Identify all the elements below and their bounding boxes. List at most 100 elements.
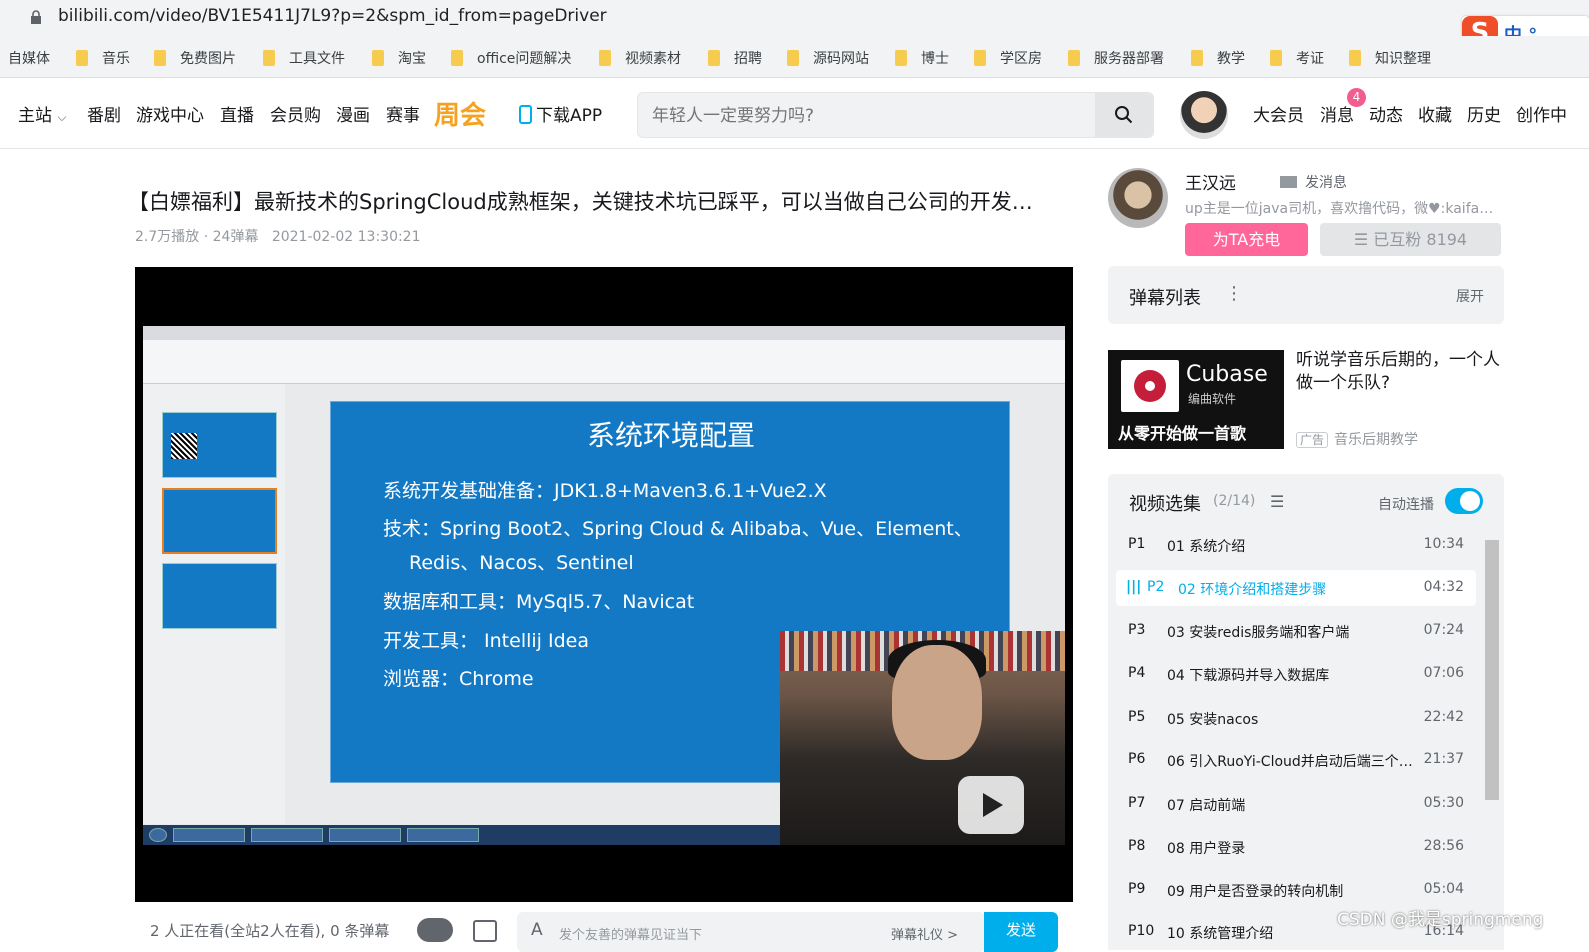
follow-button[interactable]: ☰ 已互粉 8194 [1320, 223, 1501, 256]
bookmark[interactable]: 源码网站 [787, 48, 869, 68]
episode-item-active[interactable]: ||| P2 02 环境介绍和搭建步骤 04:32 [1116, 570, 1476, 606]
bookmark[interactable]: 音乐 [76, 48, 130, 68]
user-avatar[interactable] [1180, 91, 1228, 139]
bookmark[interactable]: office问题解决 [451, 48, 571, 68]
folder-icon [599, 50, 611, 66]
folder-icon [974, 50, 986, 66]
nav-bangumi[interactable]: 番剧 [87, 101, 121, 126]
episode-item[interactable]: P6 06 引入RuoYi-Cloud并启动后端三个基… 21:37 [1116, 742, 1476, 778]
nav-creator[interactable]: 创作中 [1516, 101, 1567, 126]
site-header: 主站 ⌵ 番剧 游戏中心 直播 会员购 漫画 赛事 周会 下载APP 大会员 消… [0, 79, 1589, 149]
nav-dynamics[interactable]: 动态 [1369, 101, 1403, 126]
nav-game[interactable]: 游戏中心 [136, 101, 204, 126]
bookmark[interactable]: 服务器部署 [1068, 48, 1164, 68]
folder-icon [895, 50, 907, 66]
play-icon[interactable] [958, 776, 1024, 834]
play-count: 2.7万播放 [135, 229, 200, 245]
episode-item[interactable]: P3 03 安装redis服务端和客户端 07:24 [1116, 613, 1476, 649]
nav-manga[interactable]: 漫画 [336, 101, 370, 126]
nav-vip[interactable]: 大会员 [1253, 101, 1304, 126]
cubase-logo-icon [1121, 360, 1179, 412]
expand-link[interactable]: 展开 [1456, 286, 1484, 306]
mail-icon [1280, 176, 1297, 188]
slide-line: 开发工具： Intellij Idea [383, 630, 589, 652]
bookmark[interactable]: 免费图片 [154, 48, 236, 68]
uploader-name[interactable]: 王汉远 [1185, 169, 1236, 194]
episode-item[interactable]: P7 07 启动前端 05:30 [1116, 786, 1476, 822]
search-box [637, 92, 1154, 138]
bookmark[interactable]: 工具文件 [263, 48, 345, 68]
episode-item[interactable]: P1 01 系统介绍 10:34 [1116, 527, 1476, 563]
nav-favorites[interactable]: 收藏 [1418, 101, 1452, 126]
address-bar[interactable]: bilibili.com/video/BV1E5411J7L9?p=2&spm_… [0, 0, 1589, 36]
danmaku-settings-icon[interactable] [473, 920, 497, 942]
ppt-tabbar [143, 326, 1065, 340]
folder-icon [1068, 50, 1080, 66]
list-view-icon[interactable]: ☰ [1270, 492, 1284, 511]
nav-live[interactable]: 直播 [220, 101, 254, 126]
url-text[interactable]: bilibili.com/video/BV1E5411J7L9?p=2&spm_… [58, 6, 607, 26]
taskbar-item [329, 828, 401, 842]
danmaku-input[interactable]: A 发个友善的弹幕见证当下 弹幕礼仪 > [517, 912, 985, 952]
nav-main[interactable]: 主站 ⌵ [18, 101, 67, 126]
uploader-avatar[interactable] [1108, 168, 1168, 228]
ad-banner-text: 从零开始做一首歌 [1118, 424, 1247, 443]
search-button[interactable] [1095, 93, 1153, 137]
nav-history[interactable]: 历史 [1467, 101, 1501, 126]
slide-thumbnail [162, 563, 277, 629]
folder-icon [1191, 50, 1203, 66]
playlist-panel: 视频选集 (2/14) ☰ 自动连播 P1 01 系统介绍 10:34 ||| P2 0… [1108, 474, 1504, 950]
playlist-scrollbar[interactable] [1485, 540, 1499, 800]
ad-text[interactable]: 听说学音乐后期的，一个人做一个乐队? [1296, 349, 1506, 395]
playlist-title: 视频选集 [1129, 494, 1201, 515]
folder-icon [372, 50, 384, 66]
start-icon [149, 828, 167, 842]
episode-item[interactable]: P8 08 用户登录 28:56 [1116, 829, 1476, 865]
folder-icon [787, 50, 799, 66]
search-input[interactable] [652, 103, 1092, 129]
bookmark[interactable]: 淘宝 [372, 48, 426, 68]
ad-brand-sub: 编曲软件 [1188, 392, 1237, 406]
bookmark[interactable]: 博士 [895, 48, 949, 68]
download-app-link[interactable]: 下载APP [519, 101, 602, 126]
bookmark[interactable]: 知识整理 [1349, 48, 1431, 68]
taskbar-item [251, 828, 323, 842]
video-title: 【白嫖福利】最新技术的SpringCloud成熟框架，关键技术坑已踩平，可以当做… [128, 190, 1033, 214]
chevron-down-icon: ⌵ [57, 110, 67, 124]
ad-banner[interactable]: Cubase 编曲软件 从零开始做一首歌 [1108, 350, 1284, 449]
event-logo[interactable]: 周会 [434, 95, 486, 132]
charge-button[interactable]: 为TA充电 [1185, 223, 1308, 256]
danmaku-list-panel[interactable]: 弹幕列表 ⋮ 展开 [1108, 266, 1504, 324]
bookmark[interactable]: 学区房 [974, 48, 1042, 68]
autoplay-toggle[interactable] [1445, 488, 1483, 514]
episode-item[interactable]: P4 04 下载源码并导入数据库 07:06 [1116, 656, 1476, 692]
bookmark[interactable]: 自媒体 [8, 48, 50, 68]
folder-icon [708, 50, 720, 66]
bookmark[interactable]: 教学 [1191, 48, 1245, 68]
bookmark[interactable]: 招聘 [708, 48, 762, 68]
bookmark[interactable]: 视频素材 [599, 48, 681, 68]
episode-item[interactable]: P9 09 用户是否登录的转向机制 05:04 [1116, 872, 1476, 908]
danmaku-etiquette-link[interactable]: 弹幕礼仪 > [891, 924, 958, 943]
bookmark[interactable]: 考证 [1270, 48, 1324, 68]
send-message-link[interactable]: 发消息 [1280, 172, 1347, 192]
nav-match[interactable]: 赛事 [386, 101, 420, 126]
slide-line: 系统开发基础准备：JDK1.8+Maven3.6.1+Vue2.X [383, 480, 827, 502]
episode-item[interactable]: P5 05 安装nacos 22:42 [1116, 700, 1476, 736]
lock-icon [31, 10, 41, 24]
autoplay-label: 自动连播 [1378, 497, 1434, 513]
danmaku-toggle[interactable] [417, 918, 453, 942]
phone-icon [519, 105, 532, 124]
player-control-bar: 2 人正在看(全站2人在看), 0 条弹幕 A 发个友善的弹幕见证当下 弹幕礼仪… [135, 902, 1073, 952]
danmaku-placeholder: 发个友善的弹幕见证当下 [559, 928, 703, 943]
folder-icon [154, 50, 166, 66]
more-icon[interactable]: ⋮ [1225, 283, 1243, 304]
ad-source[interactable]: 广告 音乐后期教学 [1296, 429, 1418, 449]
folder-icon [451, 50, 463, 66]
danmaku-count: 24弹幕 [212, 229, 259, 245]
nav-mall[interactable]: 会员购 [270, 101, 321, 126]
nav-messages[interactable]: 消息 [1320, 101, 1354, 126]
publish-date: 2021-02-02 13:30:21 [271, 229, 421, 245]
slide-line: Redis、Nacos、Sentinel [409, 552, 634, 574]
send-danmaku-button[interactable]: 发送 [984, 912, 1058, 952]
